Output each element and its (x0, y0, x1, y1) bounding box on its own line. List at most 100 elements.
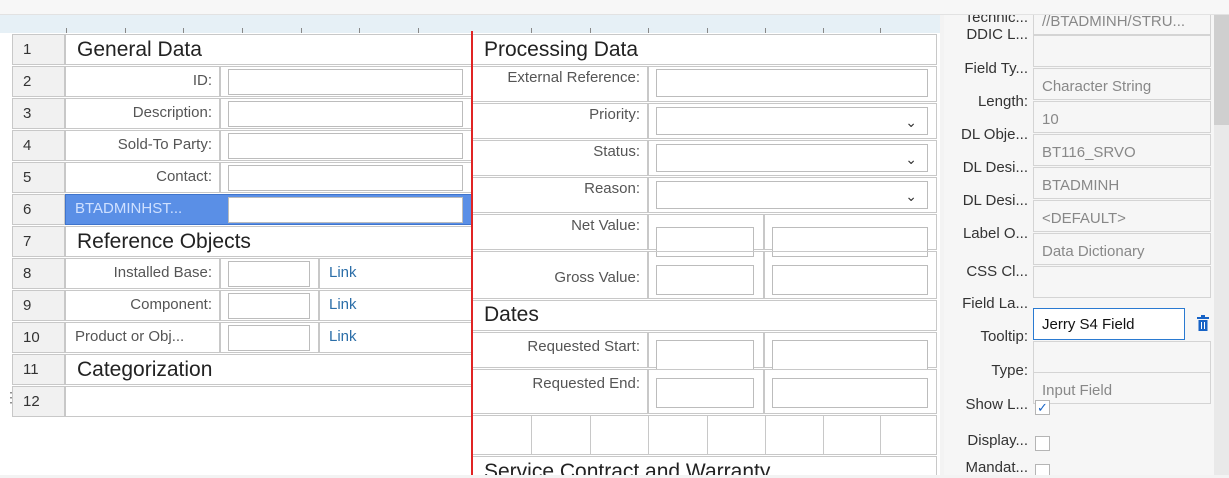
description-input[interactable] (228, 101, 463, 127)
length-value[interactable]: 10 (1033, 101, 1211, 133)
requested-end-date-input[interactable] (656, 378, 754, 408)
show-label-checkbox[interactable]: ✓ (1035, 400, 1050, 415)
property-label: CSS Cl... (966, 263, 1028, 280)
tooltip-value[interactable] (1033, 341, 1211, 373)
ruler-tick (765, 28, 766, 33)
ruler-band (0, 15, 940, 33)
mandatory-checkbox[interactable] (1035, 464, 1050, 475)
gross-value-currency-input[interactable] (772, 265, 928, 295)
grid-cell[interactable] (880, 415, 937, 455)
ruler-tick (707, 28, 708, 33)
property-label: Field Ty... (964, 60, 1028, 77)
column-divider (471, 31, 473, 475)
ruler-tick (531, 28, 532, 33)
trash-icon[interactable] (1196, 315, 1210, 332)
net-value-label: Net Value: (571, 217, 640, 234)
property-label: Technic... (964, 15, 1028, 26)
grid-cell[interactable] (472, 415, 532, 455)
property-label: Show L... (965, 396, 1028, 413)
css-class-value[interactable] (1033, 266, 1211, 298)
product-input[interactable] (228, 325, 310, 351)
ddic-label-value[interactable] (1033, 35, 1211, 67)
product-link[interactable]: Link (319, 322, 357, 352)
installed-base-input[interactable] (228, 261, 310, 287)
description-label: Description: (132, 104, 212, 121)
installed-base-label: Installed Base: (113, 264, 212, 281)
id-input[interactable] (228, 69, 463, 95)
requested-start-date-input[interactable] (656, 340, 754, 370)
installed-base-link[interactable]: Link (319, 258, 357, 288)
dl-object-value[interactable]: BT116_SRVO (1033, 134, 1211, 166)
section-title-general-data: General Data (77, 38, 202, 61)
requested-start-time-input[interactable] (772, 340, 928, 370)
ruler-tick (301, 28, 302, 33)
row-number: 3 (12, 98, 65, 129)
ruler-tick (648, 28, 649, 33)
property-label: DL Desi... (962, 192, 1028, 209)
row-number: 6 (12, 194, 65, 225)
field-label-input[interactable]: Jerry S4 Field (1033, 308, 1185, 340)
chevron-down-icon[interactable]: ⌄ (905, 151, 917, 168)
ruler-tick (183, 28, 184, 33)
section-title-service-contract: Service Contract and Warranty (484, 460, 771, 475)
custom-field-label: BTADMINHST... (75, 200, 183, 217)
reason-label: Reason: (584, 180, 640, 197)
row-number: 2 (12, 66, 65, 97)
property-label: DL Desi... (962, 159, 1028, 176)
grid-cell[interactable] (590, 415, 649, 455)
section-title-categorization: Categorization (77, 358, 213, 381)
row-number: 7 (12, 226, 65, 257)
grid-cell[interactable] (707, 415, 766, 455)
grid-cell[interactable] (823, 415, 881, 455)
ruler-tick (66, 28, 67, 33)
technical-name-value[interactable]: //BTADMINH/STRU... (1033, 15, 1211, 35)
chevron-down-icon[interactable]: ⌄ (905, 188, 917, 205)
priority-select[interactable]: ⌄ (656, 107, 928, 135)
status-select[interactable]: ⌄ (656, 144, 928, 172)
sold-to-party-input[interactable] (228, 133, 463, 159)
label-origin-value[interactable]: Data Dictionary (1033, 233, 1211, 265)
scrollbar-thumb[interactable] (1214, 15, 1229, 125)
property-label: Length: (977, 93, 1028, 110)
resize-grip-icon[interactable]: ⋮ (4, 390, 18, 404)
row-number: 1 (12, 34, 65, 65)
row-number: 11 (12, 354, 65, 385)
component-link[interactable]: Link (319, 290, 357, 320)
reason-select[interactable]: ⌄ (656, 181, 928, 209)
component-label: Component: (130, 296, 212, 313)
chevron-down-icon[interactable]: ⌄ (905, 114, 917, 131)
property-label: Field La... (962, 295, 1028, 312)
external-reference-input[interactable] (656, 69, 928, 97)
grid-cell[interactable] (648, 415, 708, 455)
property-label: Display... (967, 432, 1028, 449)
component-input[interactable] (228, 293, 310, 319)
vertical-scrollbar[interactable] (1214, 15, 1229, 475)
row-number: 9 (12, 290, 65, 321)
empty-row[interactable] (65, 386, 472, 417)
field-type-value[interactable]: Character String (1033, 68, 1211, 100)
property-label: Tooltip: (980, 328, 1028, 345)
type-value[interactable]: Input Field (1033, 372, 1211, 404)
status-label: Status: (593, 143, 640, 160)
requested-end-time-input[interactable] (772, 378, 928, 408)
row-number: 10 (12, 322, 65, 353)
section-title-processing-data: Processing Data (484, 38, 639, 61)
property-label: Type: (991, 362, 1028, 379)
dl-design-value[interactable]: BTADMINH (1033, 167, 1211, 199)
contact-input[interactable] (228, 165, 463, 191)
display-checkbox[interactable] (1035, 436, 1050, 451)
requested-start-label: Requested Start: (527, 338, 640, 355)
grid-cell[interactable] (531, 415, 591, 455)
property-label: DDIC L... (966, 26, 1028, 43)
contact-label: Contact: (156, 168, 212, 185)
dl-design-variant-value[interactable]: <DEFAULT> (1033, 200, 1211, 232)
id-label: ID: (192, 72, 212, 89)
section-dates[interactable] (472, 300, 937, 331)
grid-cell[interactable] (765, 415, 824, 455)
sold-to-party-label: Sold-To Party: (117, 136, 212, 153)
external-reference-label: External Reference: (507, 69, 640, 86)
top-bar (0, 0, 1229, 15)
product-label: Product or Obj... (75, 328, 185, 345)
custom-field-input[interactable] (228, 197, 463, 223)
gross-value-input[interactable] (656, 265, 754, 295)
